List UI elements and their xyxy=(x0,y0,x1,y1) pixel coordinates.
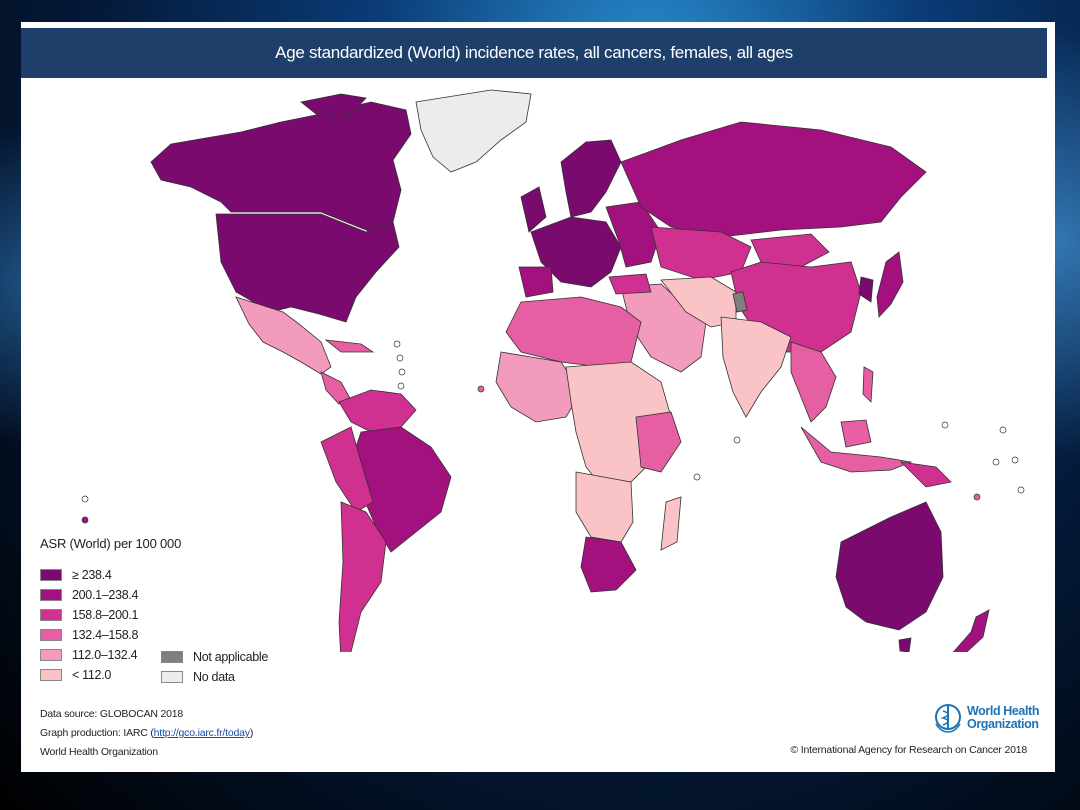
legend-title: ASR (World) per 100 000 xyxy=(40,536,182,551)
legend-item: ≥ 238.4 xyxy=(40,568,112,582)
title-bar: Age standardized (World) incidence rates… xyxy=(21,28,1047,78)
legend-swatch xyxy=(40,589,62,601)
who-logo: World Health Organization xyxy=(933,702,1039,734)
iarc-link[interactable]: http://gco.iarc.fr/today xyxy=(154,727,250,739)
legend-label: 112.0–132.4 xyxy=(72,648,138,662)
who-emblem-icon xyxy=(935,704,961,733)
region-new-zealand xyxy=(952,609,990,652)
legend-item: 158.8–200.1 xyxy=(40,608,139,622)
map-panel: Age standardized (World) incidence rates… xyxy=(21,22,1055,772)
legend-item: 132.4–158.8 xyxy=(40,628,139,642)
legend-swatch xyxy=(40,649,62,661)
region-png xyxy=(899,461,952,488)
region-tasmania xyxy=(898,637,912,652)
legend-label: 158.8–200.1 xyxy=(72,608,139,622)
organization-text: World Health Organization xyxy=(40,746,158,758)
graph-production-text: Graph production: IARC (http://gco.iarc.… xyxy=(40,724,253,743)
production-prefix: Graph production: IARC ( xyxy=(40,727,154,739)
data-source-text: Data source: GLOBOCAN 2018 xyxy=(40,708,184,720)
copyright-text: © International Agency for Research on C… xyxy=(790,744,1028,756)
island-marker xyxy=(999,426,1007,434)
who-wordmark: World Health Organization xyxy=(967,705,1039,731)
who-line2: Organization xyxy=(967,717,1039,731)
region-east-africa xyxy=(635,411,682,473)
island-marker xyxy=(941,421,949,429)
legend-swatch xyxy=(40,629,62,641)
legend-item-not-applicable: Not applicable xyxy=(161,650,268,664)
legend-item: < 112.0 xyxy=(40,668,111,682)
legend-label: 132.4–158.8 xyxy=(72,628,139,642)
legend: ASR (World) per 100 000 ≥ 238.4 200.1–23… xyxy=(40,536,300,706)
region-colombia-venezuela xyxy=(338,389,417,433)
island-marker xyxy=(992,458,1000,466)
island-marker xyxy=(397,382,405,390)
legend-label: No data xyxy=(193,670,235,684)
footer-credits: Data source: GLOBOCAN 2018 Graph product… xyxy=(40,705,253,762)
island-marker xyxy=(398,368,406,376)
region-uk xyxy=(520,186,547,233)
region-south-africa xyxy=(580,536,637,593)
island-marker xyxy=(393,340,401,348)
legend-label: 200.1–238.4 xyxy=(72,588,139,602)
region-greenland xyxy=(415,89,532,173)
region-australia xyxy=(835,501,944,631)
production-suffix: ) xyxy=(249,727,254,739)
island-marker xyxy=(973,493,981,501)
island-marker xyxy=(1011,456,1019,464)
region-madagascar xyxy=(660,496,682,551)
legend-swatch xyxy=(161,651,183,663)
island-marker xyxy=(477,385,485,393)
legend-swatch xyxy=(40,609,62,621)
legend-swatch xyxy=(40,669,62,681)
region-india xyxy=(720,316,792,418)
region-japan xyxy=(876,251,904,318)
island-marker xyxy=(1017,486,1025,494)
region-southern-africa xyxy=(575,471,634,543)
island-marker xyxy=(733,436,741,444)
legend-label: Not applicable xyxy=(193,650,269,664)
legend-label: < 112.0 xyxy=(72,668,112,682)
island-marker xyxy=(81,516,89,524)
legend-item: 200.1–238.4 xyxy=(40,588,139,602)
region-iberia xyxy=(518,266,554,298)
map-title: Age standardized (World) incidence rates… xyxy=(275,43,793,62)
region-philippines xyxy=(862,366,874,403)
region-se-asia xyxy=(790,341,837,423)
region-russia xyxy=(620,121,927,238)
region-cuba xyxy=(324,339,375,353)
region-turkey xyxy=(608,273,652,295)
island-marker xyxy=(81,495,89,503)
region-borneo xyxy=(840,419,872,448)
legend-swatch xyxy=(40,569,62,581)
legend-swatch xyxy=(161,671,183,683)
region-canada xyxy=(150,101,412,233)
region-korea xyxy=(858,276,874,303)
legend-item: 112.0–132.4 xyxy=(40,648,138,662)
legend-label: ≥ 238.4 xyxy=(72,568,112,582)
island-marker xyxy=(693,473,701,481)
legend-item-no-data: No data xyxy=(161,670,235,684)
region-scandinavia xyxy=(560,139,622,218)
island-marker xyxy=(396,354,404,362)
